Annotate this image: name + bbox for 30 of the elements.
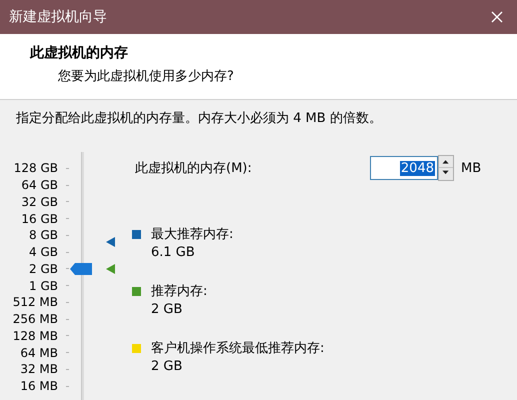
page-subtitle: 您要为此虚拟机使用多少内存?: [57, 68, 235, 85]
memory-scale-label: 16 MB: [19, 379, 58, 394]
memory-scale-label: 4 GB: [28, 245, 58, 260]
memory-field-label: 此虚拟机的内存(M):: [135, 160, 253, 177]
recommendation-value: 2 GB: [151, 302, 184, 317]
memory-scale-label: 32 GB: [20, 194, 58, 209]
instruction-text: 指定分配给此虚拟机的内存量。内存大小必须为 4 MB 的倍数。: [15, 110, 383, 128]
slider-thumb[interactable]: [70, 262, 92, 275]
memory-scale-label: 512 MB: [12, 295, 58, 310]
recommendation-value: 2 GB: [151, 359, 184, 374]
memory-scale-label: 16 GB: [20, 212, 58, 226]
memory-scale-label: 64 MB: [19, 346, 58, 360]
memory-input-field[interactable]: 2048: [370, 156, 438, 180]
memory-scale-label: 1 GB: [28, 278, 58, 293]
memory-scale-label: 128 GB: [12, 161, 58, 176]
memory-scale-label: 2 GB: [28, 262, 58, 276]
close-icon[interactable]: [491, 11, 503, 23]
memory-scale-label: 8 GB: [28, 228, 58, 242]
memory-scale-label: 32 MB: [19, 362, 58, 376]
memory-scale-label: 256 MB: [12, 312, 58, 326]
spinner-arrows-icon[interactable]: [438, 155, 454, 181]
page-title: 此虚拟机的内存: [30, 44, 129, 62]
window-title: 新建虚拟机向导: [9, 8, 107, 26]
recommendation-label: 客户机操作系统最低推荐内存:: [151, 340, 326, 357]
memory-unit: MB: [461, 160, 482, 176]
recommendation-value: 6.1 GB: [151, 245, 196, 260]
recommendation-label: 推荐内存:: [151, 283, 208, 300]
recommendation-label: 最大推荐内存:: [151, 226, 234, 243]
memory-scale-label: 64 GB: [20, 178, 58, 192]
memory-scale-label: 128 MB: [12, 328, 58, 343]
